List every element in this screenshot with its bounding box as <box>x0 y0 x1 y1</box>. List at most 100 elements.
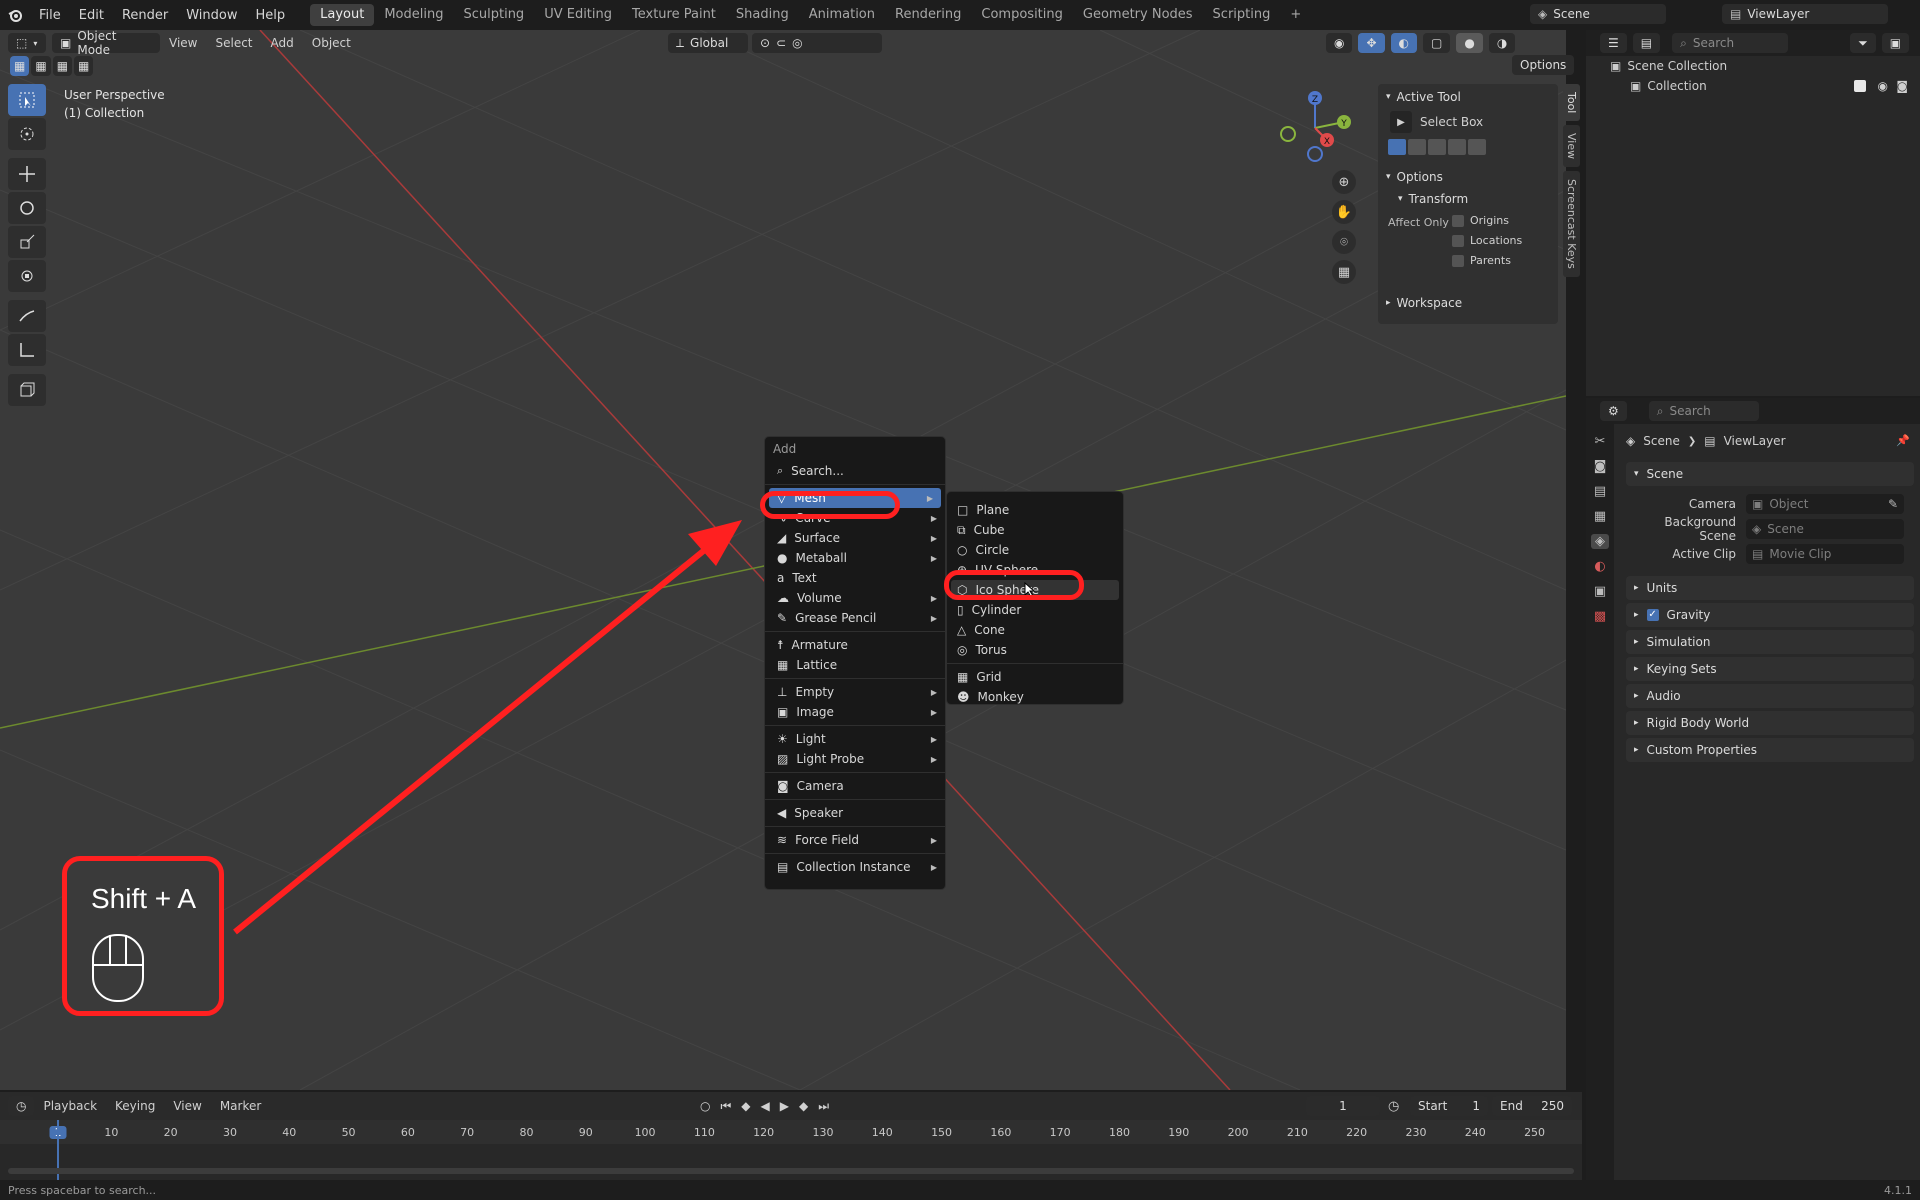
frame-tick-label: 150 <box>931 1126 953 1139</box>
eyedropper-icon[interactable]: ✎ <box>1888 497 1898 511</box>
simulation-section[interactable]: ▸ Simulation <box>1626 630 1914 654</box>
stopwatch-icon[interactable]: ◷ <box>1388 1099 1399 1114</box>
scene-section-header[interactable]: ▾ Scene <box>1626 462 1914 486</box>
breadcrumb-scene[interactable]: Scene <box>1643 434 1680 448</box>
play-reverse-icon[interactable]: ◀ <box>761 1099 770 1113</box>
menu-marker[interactable]: Marker <box>211 1099 270 1113</box>
end-frame-field[interactable]: End 250 <box>1492 1096 1572 1116</box>
frame-tick-label: 180 <box>1108 1126 1130 1139</box>
scene-icon: ◈ <box>1626 434 1636 448</box>
prev-keyframe-icon[interactable]: ◆ <box>741 1099 750 1113</box>
active-clip-row: Active Clip ▤ Movie Clip <box>1626 543 1914 565</box>
start-value: 1 <box>1472 1099 1480 1113</box>
keying-sets-section[interactable]: ▸ Keying Sets <box>1626 657 1914 681</box>
jump-start-icon[interactable]: ⏮ <box>720 1099 731 1114</box>
shortcut-text: Shift + A <box>91 883 197 914</box>
frame-tick-label: 110 <box>693 1126 715 1139</box>
properties-editor-icon[interactable]: ⚙ <box>1600 401 1627 421</box>
camera-field[interactable]: ▣ Object ✎ <box>1746 494 1904 514</box>
background-scene-field[interactable]: ◈ Scene <box>1746 519 1904 539</box>
properties-breadcrumb: ◈ Scene ❯ ▤ ViewLayer <box>1626 430 1786 452</box>
audio-section[interactable]: ▸ Audio <box>1626 684 1914 708</box>
mouse-icon <box>91 933 145 1007</box>
rigid-body-world-title: Rigid Body World <box>1646 716 1750 730</box>
current-frame-value: 1 <box>1339 1099 1347 1113</box>
menu-timeline-view[interactable]: View <box>164 1099 210 1113</box>
frame-tick-label: 190 <box>1168 1126 1190 1139</box>
frame-tick-label: 240 <box>1464 1126 1486 1139</box>
filter-icon[interactable]: ⏷ <box>1850 33 1876 53</box>
active-clip-placeholder: Movie Clip <box>1769 547 1832 561</box>
view-layer-properties-icon[interactable]: ▦ <box>1594 509 1606 524</box>
scene-icon: ◈ <box>1752 522 1762 536</box>
collection-label: Collection <box>1647 79 1707 93</box>
properties-search[interactable]: ⌕ Search <box>1648 401 1759 421</box>
scene-section-title: Scene <box>1646 467 1684 481</box>
menu-playback[interactable]: Playback <box>34 1099 106 1113</box>
new-collection-icon[interactable]: ▣ <box>1881 33 1910 53</box>
outliner-header: ☰ ▤ ⌕ Search ⏷ ▣ <box>1586 30 1920 56</box>
menu-keying[interactable]: Keying <box>106 1099 164 1113</box>
eye-icon[interactable]: ◉ <box>1878 79 1888 93</box>
keying-sets-title: Keying Sets <box>1646 662 1717 676</box>
outliner-row-scene-collection[interactable]: ▣ Scene Collection <box>1610 56 1727 76</box>
start-frame-field[interactable]: Start 1 <box>1410 1096 1488 1116</box>
frame-tick-label: 140 <box>871 1126 893 1139</box>
display-mode-icon[interactable]: ▤ <box>1632 33 1661 53</box>
gravity-checkbox[interactable]: ✓ <box>1646 609 1659 621</box>
playback-controls: ○ ⏮ ◆ ◀ ▶ ◆ ⏭ <box>700 1099 829 1114</box>
breadcrumb-view-layer[interactable]: ViewLayer <box>1724 434 1786 448</box>
movie-clip-icon: ▤ <box>1752 547 1764 561</box>
status-hint: Press spacebar to search... <box>8 1183 157 1197</box>
outliner-search[interactable]: ⌕ Search <box>1672 33 1789 53</box>
timeline-editor-icon[interactable]: ◷ <box>8 1096 35 1116</box>
output-properties-icon[interactable]: ▤ <box>1594 484 1606 499</box>
frame-ruler[interactable]: 1102030405060708090100110120130140150160… <box>0 1120 1582 1144</box>
shortcut-overlay: Shift + A <box>62 856 224 1016</box>
custom-properties-section[interactable]: ▸ Custom Properties <box>1626 738 1914 762</box>
version-label: 4.1.1 <box>1884 1183 1912 1197</box>
background-scene-row: Background Scene ◈ Scene <box>1626 515 1914 543</box>
scene-properties-icon[interactable]: ◈ <box>1591 534 1609 549</box>
timeline-header: ◷ Playback Keying View Marker ○ ⏮ ◆ ◀ ▶ … <box>0 1092 1582 1120</box>
current-frame-field[interactable]: 1 <box>1306 1096 1380 1116</box>
status-bar: Press spacebar to search... 4.1.1 <box>0 1180 1920 1200</box>
object-icon: ▣ <box>1752 497 1764 511</box>
camera-render-icon[interactable]: ◙ <box>1896 79 1908 93</box>
rigid-body-world-section[interactable]: ▸ Rigid Body World <box>1626 711 1914 735</box>
search-icon: ⌕ <box>1656 403 1664 418</box>
breadcrumb-chevron-icon: ❯ <box>1687 435 1697 447</box>
end-label: End <box>1500 1099 1523 1113</box>
frame-tick-label: 60 <box>400 1126 415 1139</box>
play-icon[interactable]: ▶ <box>780 1099 789 1113</box>
frame-tick-label: 40 <box>282 1126 297 1139</box>
units-section[interactable]: ▸ Units <box>1626 576 1914 600</box>
frame-tick-label: 70 <box>460 1126 475 1139</box>
gravity-section[interactable]: ▸ ✓ Gravity <box>1626 603 1914 627</box>
texture-properties-icon[interactable]: ▩ <box>1594 609 1606 624</box>
active-clip-field[interactable]: ▤ Movie Clip <box>1746 544 1904 564</box>
view-layer-icon: ▤ <box>1704 434 1716 448</box>
jump-end-icon[interactable]: ⏭ <box>818 1099 829 1114</box>
timeline-area[interactable]: 1102030405060708090100110120130140150160… <box>0 1120 1582 1180</box>
outliner-search-placeholder: Search <box>1692 36 1735 50</box>
auto-keying-icon[interactable]: ○ <box>700 1099 710 1113</box>
world-properties-icon[interactable]: ◐ <box>1594 559 1605 574</box>
next-keyframe-icon[interactable]: ◆ <box>799 1099 808 1113</box>
collection-icon: ▣ <box>1630 79 1642 93</box>
gravity-title: Gravity <box>1666 608 1711 622</box>
outliner-row-collection[interactable]: ▣ Collection ◉ ◙ <box>1630 76 1914 96</box>
timeline-scrollbar[interactable] <box>8 1168 1574 1174</box>
properties-tabs: ✂ ◙ ▤ ▦ ◈ ◐ ▣ ▩ <box>1586 424 1614 1200</box>
active-clip-label: Active Clip <box>1672 547 1736 561</box>
frame-tick-label: 170 <box>1049 1126 1071 1139</box>
units-title: Units <box>1646 581 1678 595</box>
outliner-editor-icon[interactable]: ☰ <box>1600 33 1627 53</box>
frame-tick-label: 230 <box>1405 1126 1427 1139</box>
collection-properties-icon[interactable]: ▣ <box>1594 584 1606 599</box>
exclude-checkbox[interactable] <box>1854 80 1866 92</box>
frame-tick-label: 80 <box>519 1126 534 1139</box>
tool-settings-icon[interactable]: ✂ <box>1595 434 1606 449</box>
render-properties-icon[interactable]: ◙ <box>1594 459 1607 474</box>
pin-icon[interactable]: 📌 <box>1896 434 1910 447</box>
